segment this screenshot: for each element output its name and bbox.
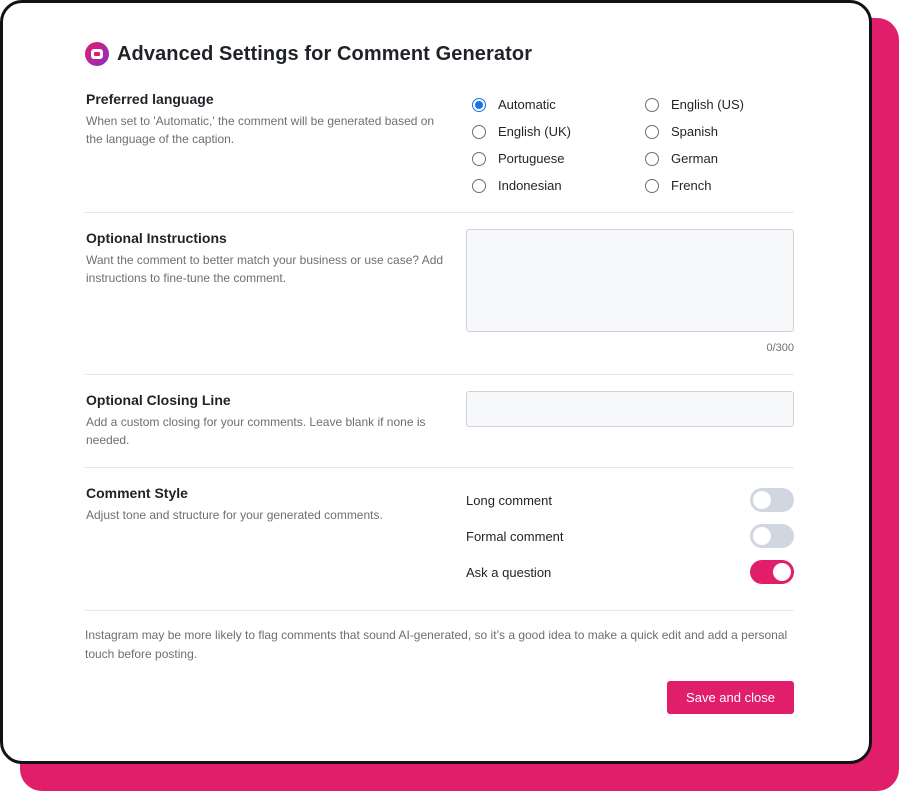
radio-button[interactable] [472,97,486,112]
radio-option-german[interactable]: German [645,151,718,166]
long-comment-toggle[interactable] [750,488,794,512]
toggle-knob [773,563,791,581]
radio-option-english-uk[interactable]: English (UK) [472,124,571,139]
section-divider [85,610,794,611]
save-and-close-button[interactable]: Save and close [667,681,794,714]
toggle-label: Formal comment [466,528,564,544]
radio-button[interactable] [645,151,659,166]
toggle-row-formal-comment: Formal comment [466,524,794,548]
radio-label: English (UK) [498,124,571,139]
character-counter: 0/300 [766,342,794,354]
section-divider [85,212,794,213]
instructions-section-description: Want the comment to better match your bu… [86,253,444,285]
radio-button[interactable] [472,151,486,166]
radio-label: Spanish [671,124,718,139]
language-section-description: When set to 'Automatic,' the comment wil… [86,114,435,146]
toggle-row-ask-question: Ask a question [466,560,794,584]
radio-button[interactable] [645,178,659,193]
closing-section-title: Optional Closing Line [86,392,231,408]
toggle-knob [753,527,771,545]
comment-app-icon [85,42,109,66]
closing-line-input[interactable] [466,391,794,427]
section-divider [85,467,794,468]
dialog-title: Advanced Settings for Comment Generator [117,42,533,65]
radio-option-english-us[interactable]: English (US) [645,97,744,112]
radio-label: English (US) [671,97,744,112]
toggle-label: Ask a question [466,564,552,580]
radio-label: French [671,178,712,193]
radio-option-french[interactable]: French [645,178,711,193]
instagram-warning-note: Instagram may be more likely to flag com… [85,628,788,661]
radio-button[interactable] [645,124,659,139]
ask-question-toggle[interactable] [750,560,794,584]
radio-button[interactable] [472,124,486,139]
toggle-row-long-comment: Long comment [466,488,794,512]
radio-option-portuguese[interactable]: Portuguese [472,151,565,166]
toggle-label: Long comment [466,492,552,508]
instructions-textarea[interactable] [466,229,794,332]
toggle-knob [753,491,771,509]
radio-label: Portuguese [498,151,565,166]
radio-option-automatic[interactable]: Automatic [472,97,556,112]
instructions-section-title: Optional Instructions [86,230,227,246]
radio-label: German [671,151,718,166]
radio-label: Indonesian [498,178,562,193]
style-section-title: Comment Style [86,485,188,501]
radio-button[interactable] [472,178,486,193]
section-divider [85,374,794,375]
radio-label: Automatic [498,97,556,112]
radio-option-spanish[interactable]: Spanish [645,124,718,139]
dialog-header: Advanced Settings for Comment Generator [85,42,532,66]
formal-comment-toggle[interactable] [750,524,794,548]
radio-button[interactable] [645,97,659,112]
page-stage: Advanced Settings for Comment Generator … [0,0,899,791]
language-section-title: Preferred language [86,91,214,107]
radio-option-indonesian[interactable]: Indonesian [472,178,562,193]
style-section-description: Adjust tone and structure for your gener… [86,508,383,522]
closing-section-description: Add a custom closing for your comments. … [86,415,426,447]
